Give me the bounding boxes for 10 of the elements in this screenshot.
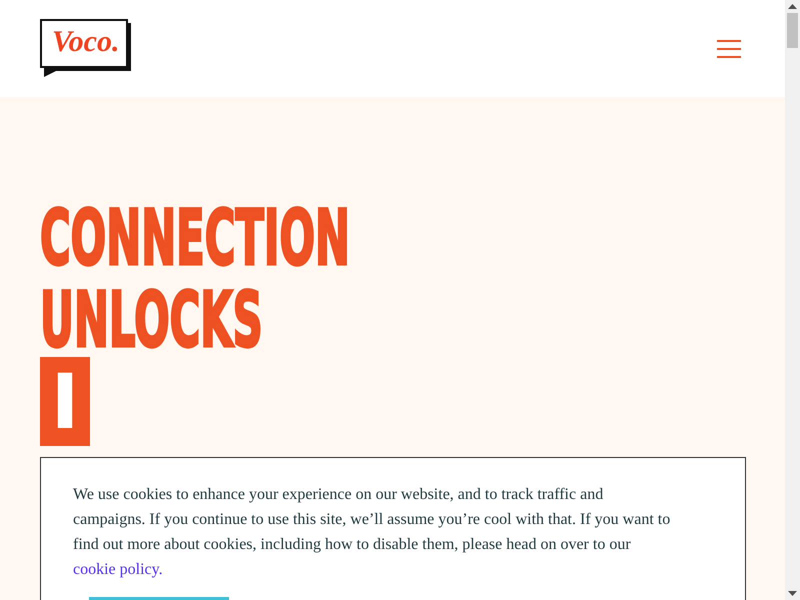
cookie-message: We use cookies to enhance your experience on our website, and to track traffic and campaigns. If you continue to use this site, we’ll assume you’re cool with that. If you want to find out more about cookies, including how to disable them, please head on over to our cookie policy. bbox=[73, 485, 672, 580]
scroll-up-icon[interactable] bbox=[788, 4, 797, 9]
menu-button[interactable] bbox=[717, 40, 741, 58]
scrollbar-thumb[interactable] bbox=[787, 13, 798, 48]
cookie-policy-link[interactable]: cookie policy. bbox=[73, 561, 163, 578]
scroll-down-icon[interactable] bbox=[788, 591, 797, 596]
typed-highlight: I bbox=[40, 357, 90, 446]
speech-bubble-icon bbox=[40, 18, 131, 76]
logo[interactable]: Voco. bbox=[40, 18, 131, 76]
menu-icon bbox=[717, 40, 741, 58]
